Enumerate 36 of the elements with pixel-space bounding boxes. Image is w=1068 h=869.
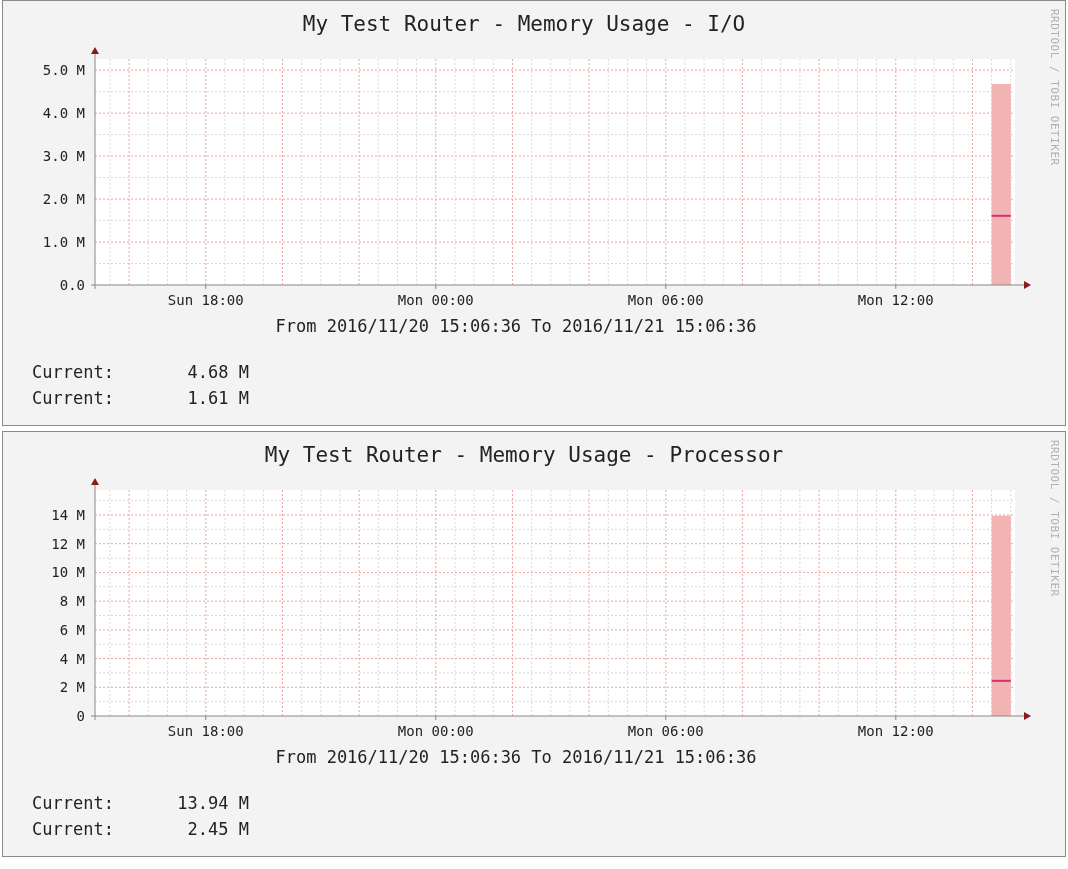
graph-title: My Test Router - Memory Usage - I/O: [302, 11, 746, 37]
axis-label: 10 M: [51, 564, 85, 581]
axis-label: 1.0 M: [42, 234, 85, 251]
axis-label: 2 M: [59, 679, 85, 696]
legend-value: 4.68 M: [186, 361, 249, 383]
legend-value: 13.94 M: [176, 792, 249, 814]
axis-label: 3.0 M: [42, 148, 85, 165]
axis-label: Mon 00:00: [397, 292, 474, 308]
legend-value: 2.45 M: [186, 818, 249, 840]
axis-label: Mon 12:00: [857, 292, 934, 308]
credit-text: RRDTOOL / TOBI OETIKER: [1048, 9, 1061, 166]
axis-label: 12 M: [51, 535, 85, 552]
axis-label: 0.0: [59, 277, 85, 293]
axis-label: 6 M: [59, 621, 85, 638]
legend-label: Current:: [32, 361, 114, 383]
axis-label: Sun 18:00: [167, 723, 244, 739]
date-range-text: From 2016/11/20 15:06:36 To 2016/11/21 15:06:36: [275, 315, 757, 337]
legend-label: Current:: [32, 387, 114, 409]
axis-label: Mon 06:00: [627, 723, 704, 739]
date-range-text: From 2016/11/20 15:06:36 To 2016/11/21 15:06:36: [275, 746, 757, 768]
axis-label: Sun 18:00: [167, 292, 244, 308]
axis-label: 8 M: [59, 593, 85, 610]
credit-text: RRDTOOL / TOBI OETIKER: [1048, 440, 1061, 597]
axis-label: 0: [76, 708, 85, 724]
axis-label: 4 M: [59, 650, 85, 667]
legend-value: 1.61 M: [186, 387, 249, 409]
legend-label: Current:: [32, 792, 114, 814]
legend-label: Current:: [32, 818, 114, 840]
axis-label: Mon 00:00: [397, 723, 474, 739]
graph-title: My Test Router - Memory Usage - Processor: [264, 442, 784, 468]
axis-label: 5.0 M: [42, 62, 85, 79]
axis-label: 2.0 M: [42, 191, 85, 208]
axis-label: 4.0 M: [42, 105, 85, 122]
axis-label: Mon 06:00: [627, 292, 704, 308]
axis-label: Mon 12:00: [857, 723, 934, 739]
axis-label: 14 M: [51, 507, 85, 523]
